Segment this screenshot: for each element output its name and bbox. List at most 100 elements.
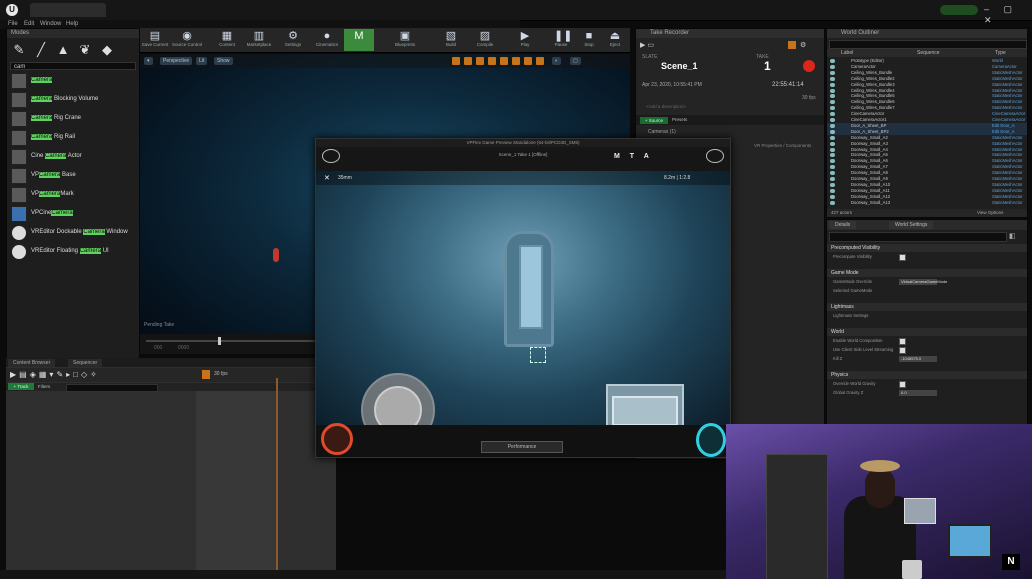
label-column-header[interactable]: Label xyxy=(841,49,853,57)
window-controls[interactable]: – ▢ ✕ xyxy=(984,4,1032,26)
details-checkbox[interactable] xyxy=(899,254,906,261)
details-section-header[interactable]: Lightmass xyxy=(827,303,1027,311)
place-mode-icon[interactable]: ✎ xyxy=(11,42,27,58)
details-search-input[interactable] xyxy=(829,232,1007,242)
visibility-eye-icon[interactable] xyxy=(830,182,835,187)
record-button[interactable] xyxy=(803,60,815,72)
sequencer-search-input[interactable] xyxy=(66,384,158,392)
description-field[interactable]: <Add a description> xyxy=(646,104,686,109)
details-checkbox[interactable] xyxy=(899,347,906,354)
visibility-eye-icon[interactable] xyxy=(830,106,835,111)
filters-dropdown[interactable]: Filters xyxy=(38,384,50,389)
outliner-row[interactable]: Doorway_Small_A13 StaticMeshActor xyxy=(827,200,1027,206)
details-checkbox[interactable] xyxy=(899,381,906,388)
visibility-eye-icon[interactable] xyxy=(830,159,835,164)
show-button[interactable]: Show xyxy=(214,57,233,65)
rotate-toggle[interactable] xyxy=(476,57,484,65)
pause-button[interactable]: ❚❚ Pause xyxy=(546,29,576,51)
visibility-eye-icon[interactable] xyxy=(830,112,835,117)
visibility-eye-icon[interactable] xyxy=(830,118,835,122)
visibility-eye-icon[interactable] xyxy=(830,100,835,105)
scale-snap-toggle[interactable] xyxy=(536,57,544,65)
translate-toggle[interactable] xyxy=(464,57,472,65)
place-item-vpcamera-base[interactable]: VPCamera Base xyxy=(11,168,135,184)
foliage-mode-icon[interactable]: ❦ xyxy=(77,42,93,58)
place-item-camera-blocking-volume[interactable]: Camera Blocking Volume xyxy=(11,92,135,108)
content-button[interactable]: ▦ Content xyxy=(212,29,242,51)
cinematics-button[interactable]: ● Cinematics xyxy=(312,29,342,51)
camera-speed-button[interactable]: ◐ xyxy=(552,57,562,65)
sequencer-track-area[interactable] xyxy=(196,391,276,579)
visibility-eye-icon[interactable] xyxy=(830,70,835,75)
save-current-button[interactable]: ▤ Save Current xyxy=(140,29,170,51)
grid-snap-toggle[interactable] xyxy=(512,57,520,65)
review-toggle[interactable] xyxy=(788,41,796,49)
rotation-snap-toggle[interactable] xyxy=(524,57,532,65)
visibility-eye-icon[interactable] xyxy=(830,64,835,69)
presets-dropdown[interactable]: Presets xyxy=(672,117,687,122)
details-section-header[interactable]: Game Mode xyxy=(827,269,1027,277)
details-checkbox[interactable] xyxy=(899,338,906,345)
visibility-eye-icon[interactable] xyxy=(830,129,835,134)
geometry-mode-icon[interactable]: ◆ xyxy=(99,42,115,58)
highlighted-green-button[interactable]: M xyxy=(344,29,374,51)
place-item-vreditor-dockable[interactable]: VREditor Dockable Camera Window xyxy=(11,225,135,241)
details-section-header[interactable]: World xyxy=(827,328,1027,336)
visibility-eye-icon[interactable] xyxy=(830,171,835,176)
tab-content-browser[interactable]: Content Browser xyxy=(8,359,56,367)
location-marker-button[interactable] xyxy=(696,423,726,457)
sequencer-playhead[interactable] xyxy=(276,378,278,576)
paint-mode-icon[interactable]: ╱ xyxy=(33,42,49,58)
visibility-eye-icon[interactable] xyxy=(830,82,835,87)
place-item-vpcameramark[interactable]: VPCameraMark xyxy=(11,187,135,203)
sequence-column-header[interactable]: Sequence xyxy=(917,49,940,57)
user-badge[interactable] xyxy=(940,5,978,15)
place-item-vreditor-floating[interactable]: VREditor Floating Camera UI xyxy=(11,244,135,260)
landscape-mode-icon[interactable]: ▲ xyxy=(55,42,71,58)
blueprints-button[interactable]: ▣ Blueprints xyxy=(390,29,420,51)
place-item-cine-camera-actor[interactable]: Cine Camera Actor xyxy=(11,149,135,165)
details-value-field[interactable]: -1048575.0 xyxy=(899,356,937,362)
tab-world-settings[interactable]: World Settings xyxy=(889,221,934,229)
mta-buttons[interactable]: M T A xyxy=(614,153,653,160)
visibility-eye-icon[interactable] xyxy=(830,76,835,81)
place-item-camera-rig-crane[interactable]: Camera Rig Crane xyxy=(11,111,135,127)
add-source-button[interactable]: + Source xyxy=(640,117,668,124)
type-column-header[interactable]: Type xyxy=(995,49,1006,57)
play-button[interactable]: ▶ Play xyxy=(510,29,540,51)
fps-dropdown[interactable]: 30 fps xyxy=(214,371,228,377)
performance-button[interactable]: Performance xyxy=(481,441,563,453)
place-item-vpcinecamera[interactable]: VPCineCamera xyxy=(11,206,135,222)
compile-button[interactable]: ▨ Compile xyxy=(470,29,500,51)
visibility-eye-icon[interactable] xyxy=(830,88,835,93)
lit-button[interactable]: Lit xyxy=(196,57,208,65)
cameras-section[interactable]: Cameras (1) xyxy=(648,129,676,135)
slate-value[interactable]: Scene_1 xyxy=(661,61,698,71)
perspective-button[interactable]: Perspective xyxy=(160,57,193,65)
visibility-eye-icon[interactable] xyxy=(830,59,835,63)
place-search-input[interactable]: cam xyxy=(10,62,136,70)
visibility-eye-icon[interactable] xyxy=(830,200,835,205)
visibility-eye-icon[interactable] xyxy=(830,165,835,170)
snap-toggle[interactable] xyxy=(202,370,210,379)
build-button[interactable]: ▧ Build xyxy=(436,29,466,51)
viewport-menu-button[interactable]: ▾ xyxy=(144,57,153,65)
visibility-eye-icon[interactable] xyxy=(830,135,835,140)
settings-icon[interactable]: ⚙ xyxy=(800,41,806,49)
details-section-header[interactable]: Physics xyxy=(827,371,1027,379)
visibility-eye-icon[interactable] xyxy=(830,177,835,181)
outliner-search-input[interactable] xyxy=(829,40,1027,49)
visibility-eye-icon[interactable] xyxy=(830,188,835,193)
view-options-button[interactable]: View Options xyxy=(977,209,1003,217)
take-value[interactable]: 1 xyxy=(764,59,771,73)
visibility-eye-icon[interactable] xyxy=(830,123,835,128)
visibility-eye-icon[interactable] xyxy=(830,153,835,158)
document-tab[interactable] xyxy=(30,3,106,17)
scale-toggle[interactable] xyxy=(488,57,496,65)
place-item-camera-rig-rail[interactable]: Camera Rig Rail xyxy=(11,130,135,146)
sequencer-tool-icons[interactable]: ▶▤◈▦▾✎▸□◇✧ xyxy=(10,370,100,379)
maximize-button[interactable]: ▢ xyxy=(570,57,581,65)
source-control-button[interactable]: ◉ Source Control xyxy=(172,29,202,51)
visibility-eye-icon[interactable] xyxy=(830,94,835,99)
preview-scene[interactable] xyxy=(316,171,730,425)
